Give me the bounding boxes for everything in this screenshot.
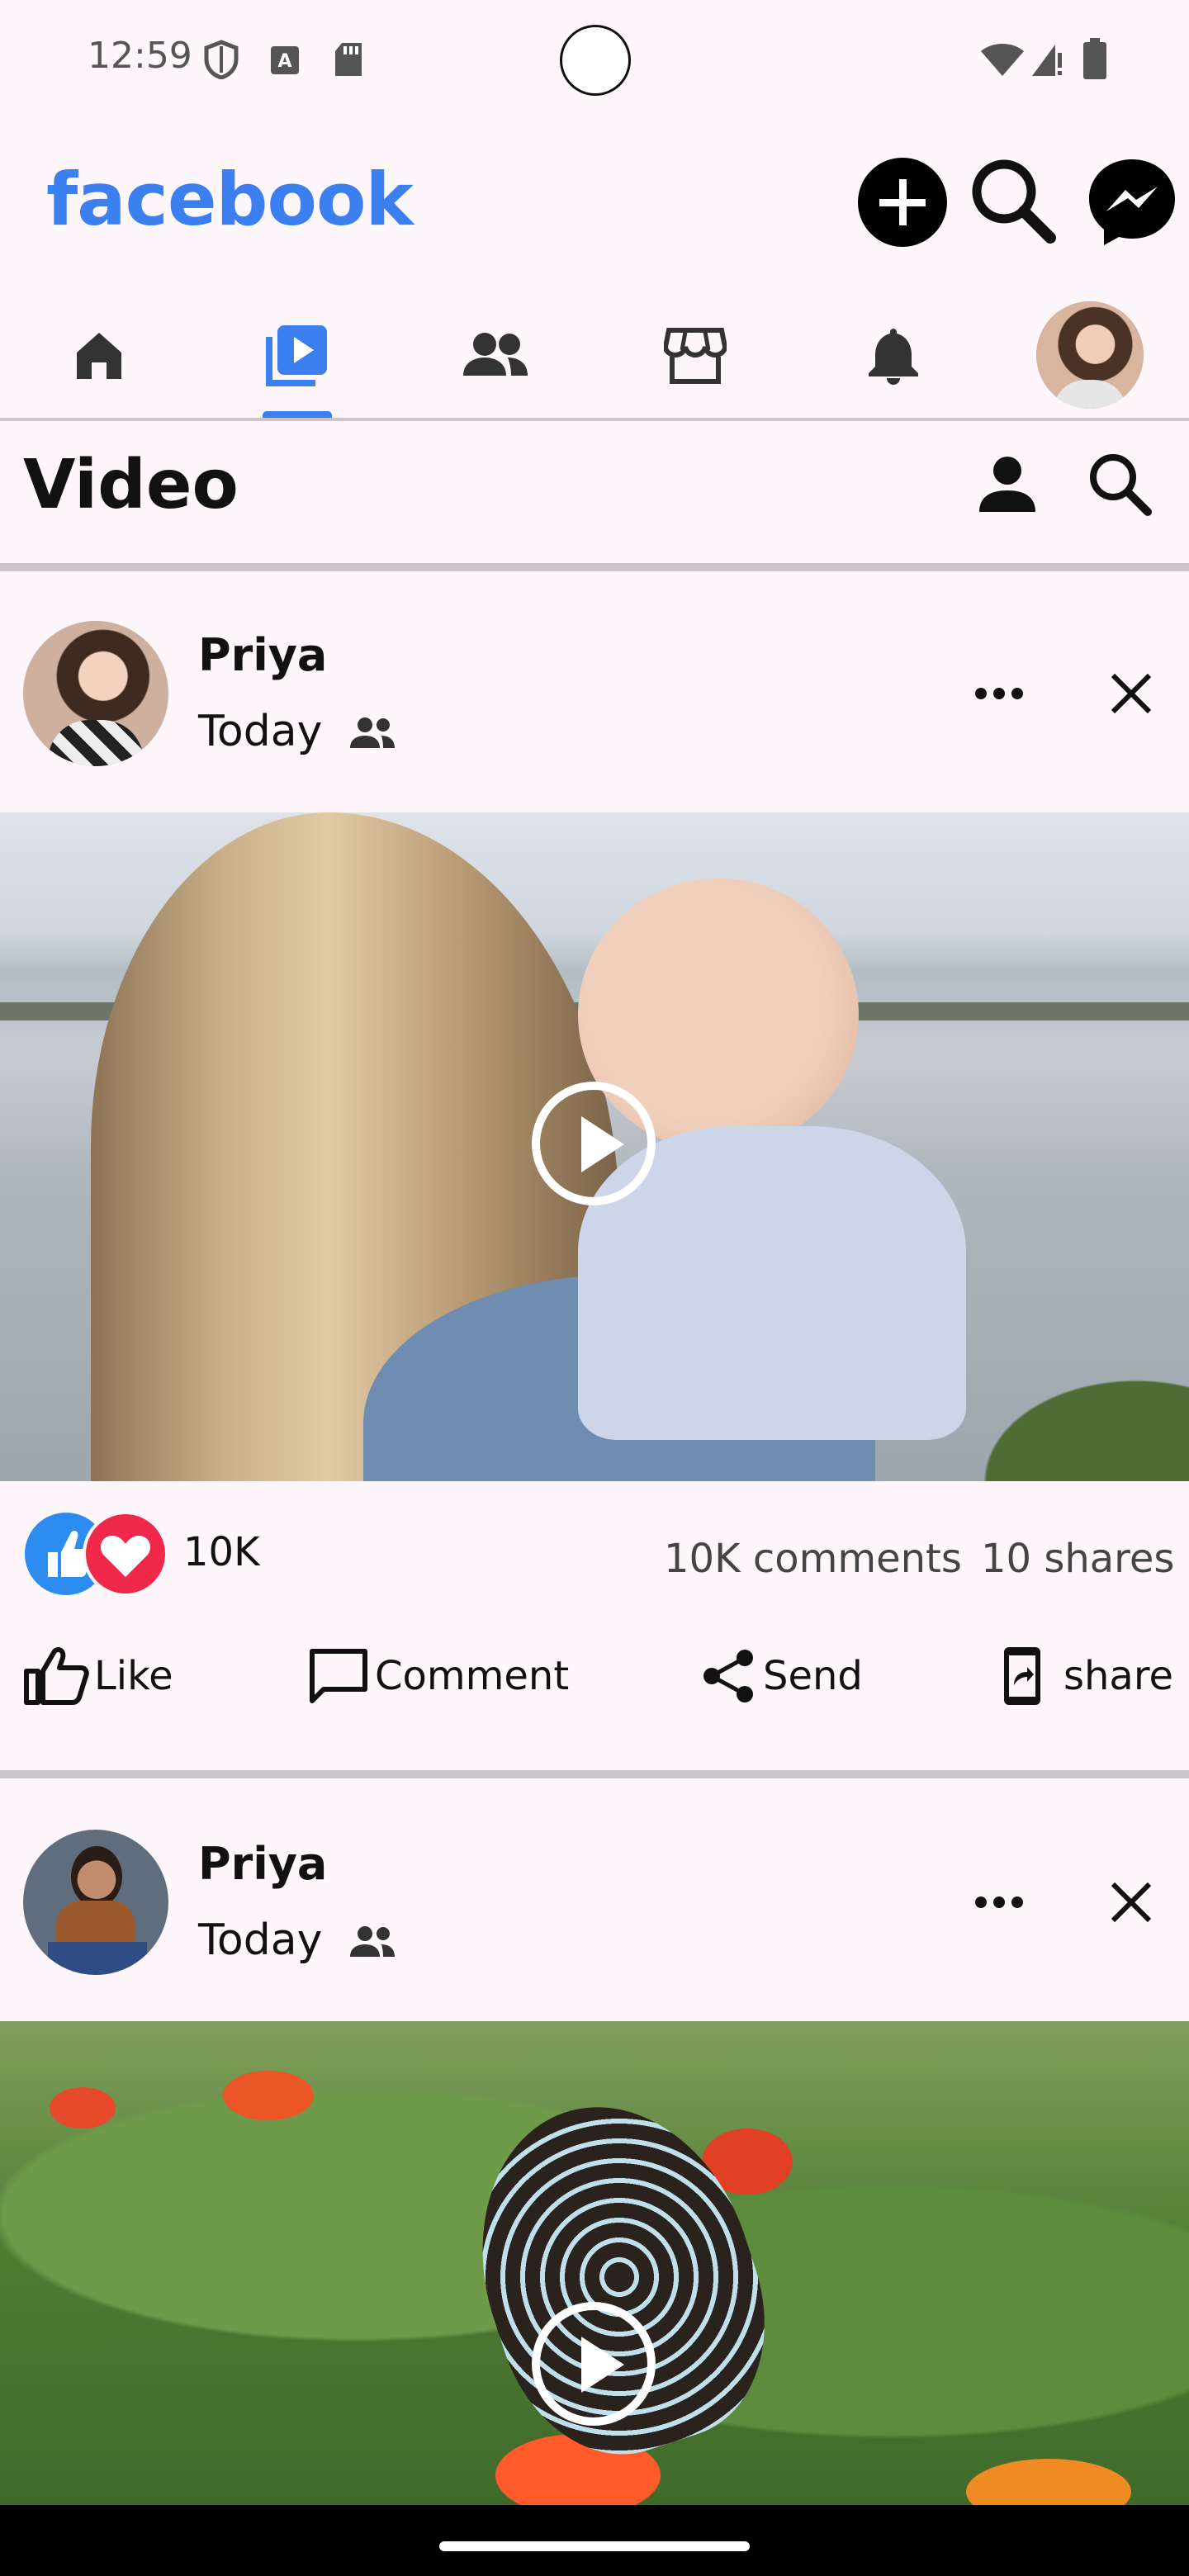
comments-count[interactable]: 10K comments [664, 1536, 962, 1582]
person-icon[interactable] [976, 452, 1039, 515]
friends-audience-icon [350, 1926, 395, 1957]
system-navigation-bar [0, 2505, 1189, 2576]
post-author-avatar[interactable] [23, 1830, 168, 1975]
tab-home[interactable] [33, 289, 165, 421]
battery-icon [1083, 38, 1106, 79]
close-icon[interactable] [1110, 672, 1153, 715]
like-label: Like [94, 1653, 173, 1699]
send-button[interactable]: Send [700, 1639, 863, 1713]
profile-avatar [1036, 301, 1144, 409]
wifi-icon [981, 44, 1024, 76]
post-video-thumbnail[interactable] [0, 2021, 1189, 2505]
post-time: Today [198, 707, 323, 756]
tab-divider [0, 418, 1189, 421]
post-video-thumbnail[interactable] [0, 812, 1189, 1481]
bell-icon [869, 329, 918, 385]
video-search-icon[interactable] [1087, 451, 1153, 517]
share-button[interactable]: share [999, 1639, 1173, 1713]
more-options-icon[interactable] [973, 684, 1026, 703]
home-icon [77, 333, 121, 379]
post-author-name[interactable]: Priya [198, 1838, 327, 1890]
share-phone-icon [1004, 1647, 1040, 1705]
post-author-name[interactable]: Priya [198, 629, 327, 681]
thumbs-up-icon [24, 1647, 89, 1705]
keyboard-a-icon: A [271, 46, 299, 74]
status-time: 12:59 [88, 35, 192, 77]
search-icon[interactable] [968, 155, 1059, 246]
home-gesture-handle[interactable] [439, 2541, 750, 2551]
marketplace-store-icon [664, 328, 727, 384]
sd-card-icon [335, 43, 362, 76]
post-author-avatar[interactable] [23, 621, 168, 766]
cell-signal-icon [1032, 45, 1062, 76]
reactions-icons[interactable] [23, 1511, 172, 1598]
section-divider [0, 563, 1189, 571]
shield-icon [204, 40, 239, 79]
front-camera [560, 25, 631, 96]
friends-audience-icon [350, 717, 395, 748]
tab-notifications[interactable] [827, 289, 959, 421]
share-label: share [1063, 1653, 1174, 1699]
like-button[interactable]: Like [23, 1639, 173, 1713]
comment-icon [310, 1649, 367, 1703]
reactions-count[interactable]: 10K [183, 1529, 260, 1575]
tab-video[interactable] [231, 289, 363, 421]
status-bar: 12:59 A [0, 0, 1189, 124]
tab-profile[interactable] [1024, 289, 1156, 421]
svg-text:A: A [277, 51, 291, 72]
page-title: Video [23, 446, 239, 524]
create-post-plus-icon[interactable] [857, 157, 948, 248]
comment-label: Comment [375, 1653, 570, 1699]
play-button-icon[interactable] [532, 1082, 656, 1205]
more-options-icon[interactable] [973, 1892, 1026, 1912]
post-divider [0, 1770, 1189, 1778]
send-share-nodes-icon [703, 1650, 753, 1702]
send-label: Send [763, 1653, 863, 1699]
comment-button[interactable]: Comment [307, 1639, 569, 1713]
close-icon[interactable] [1110, 1881, 1153, 1924]
messenger-icon[interactable] [1087, 157, 1177, 248]
shares-count[interactable]: 10 shares [981, 1536, 1174, 1582]
friends-icon [463, 333, 528, 376]
post-time: Today [198, 1915, 323, 1965]
tab-marketplace[interactable] [629, 289, 761, 421]
tab-friends[interactable] [429, 289, 561, 421]
video-play-icon [266, 325, 327, 386]
play-button-icon[interactable] [532, 2302, 656, 2426]
facebook-logo[interactable]: facebook [46, 157, 414, 242]
